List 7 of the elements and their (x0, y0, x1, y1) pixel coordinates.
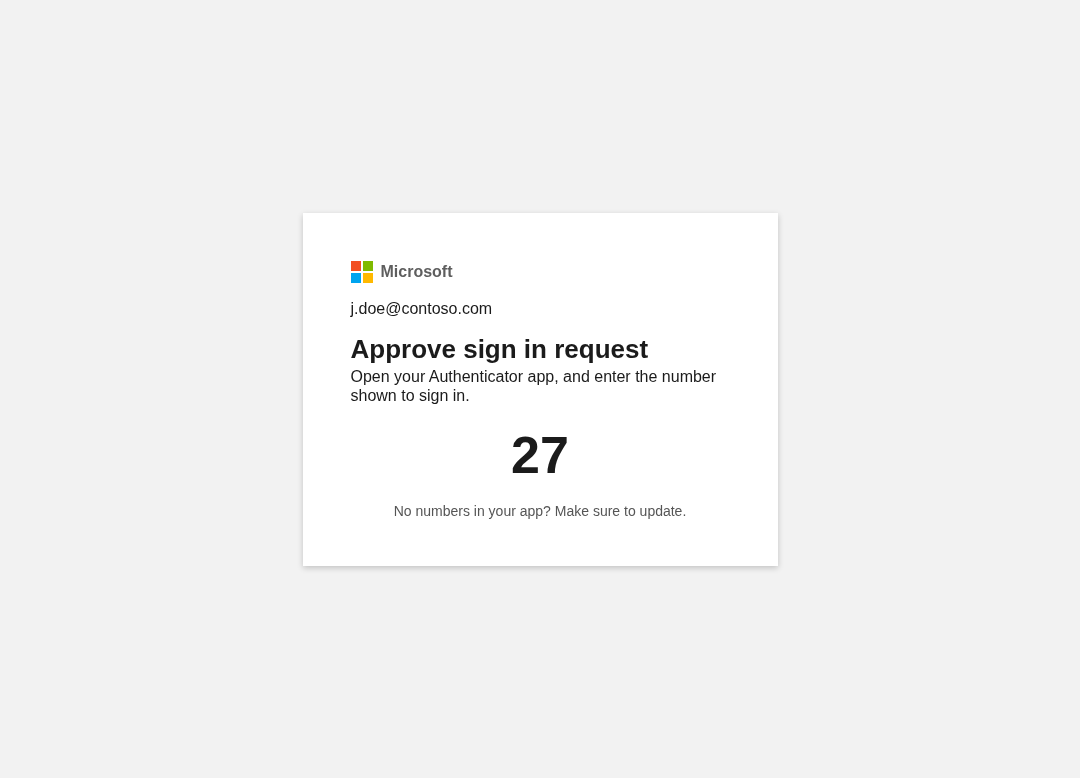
account-email: j.doe@contoso.com (350, 298, 494, 319)
update-note: No numbers in your app? Make sure to update. (393, 501, 687, 520)
sign-in-number: 27 (511, 424, 569, 485)
page-title: Approve sign in request (350, 332, 650, 365)
brand-name: Microsoft (380, 261, 453, 282)
instruction-text: Open your Authenticator app, and enter the number shown to sign in. (350, 366, 718, 405)
four-squares-logo-icon (350, 260, 373, 283)
